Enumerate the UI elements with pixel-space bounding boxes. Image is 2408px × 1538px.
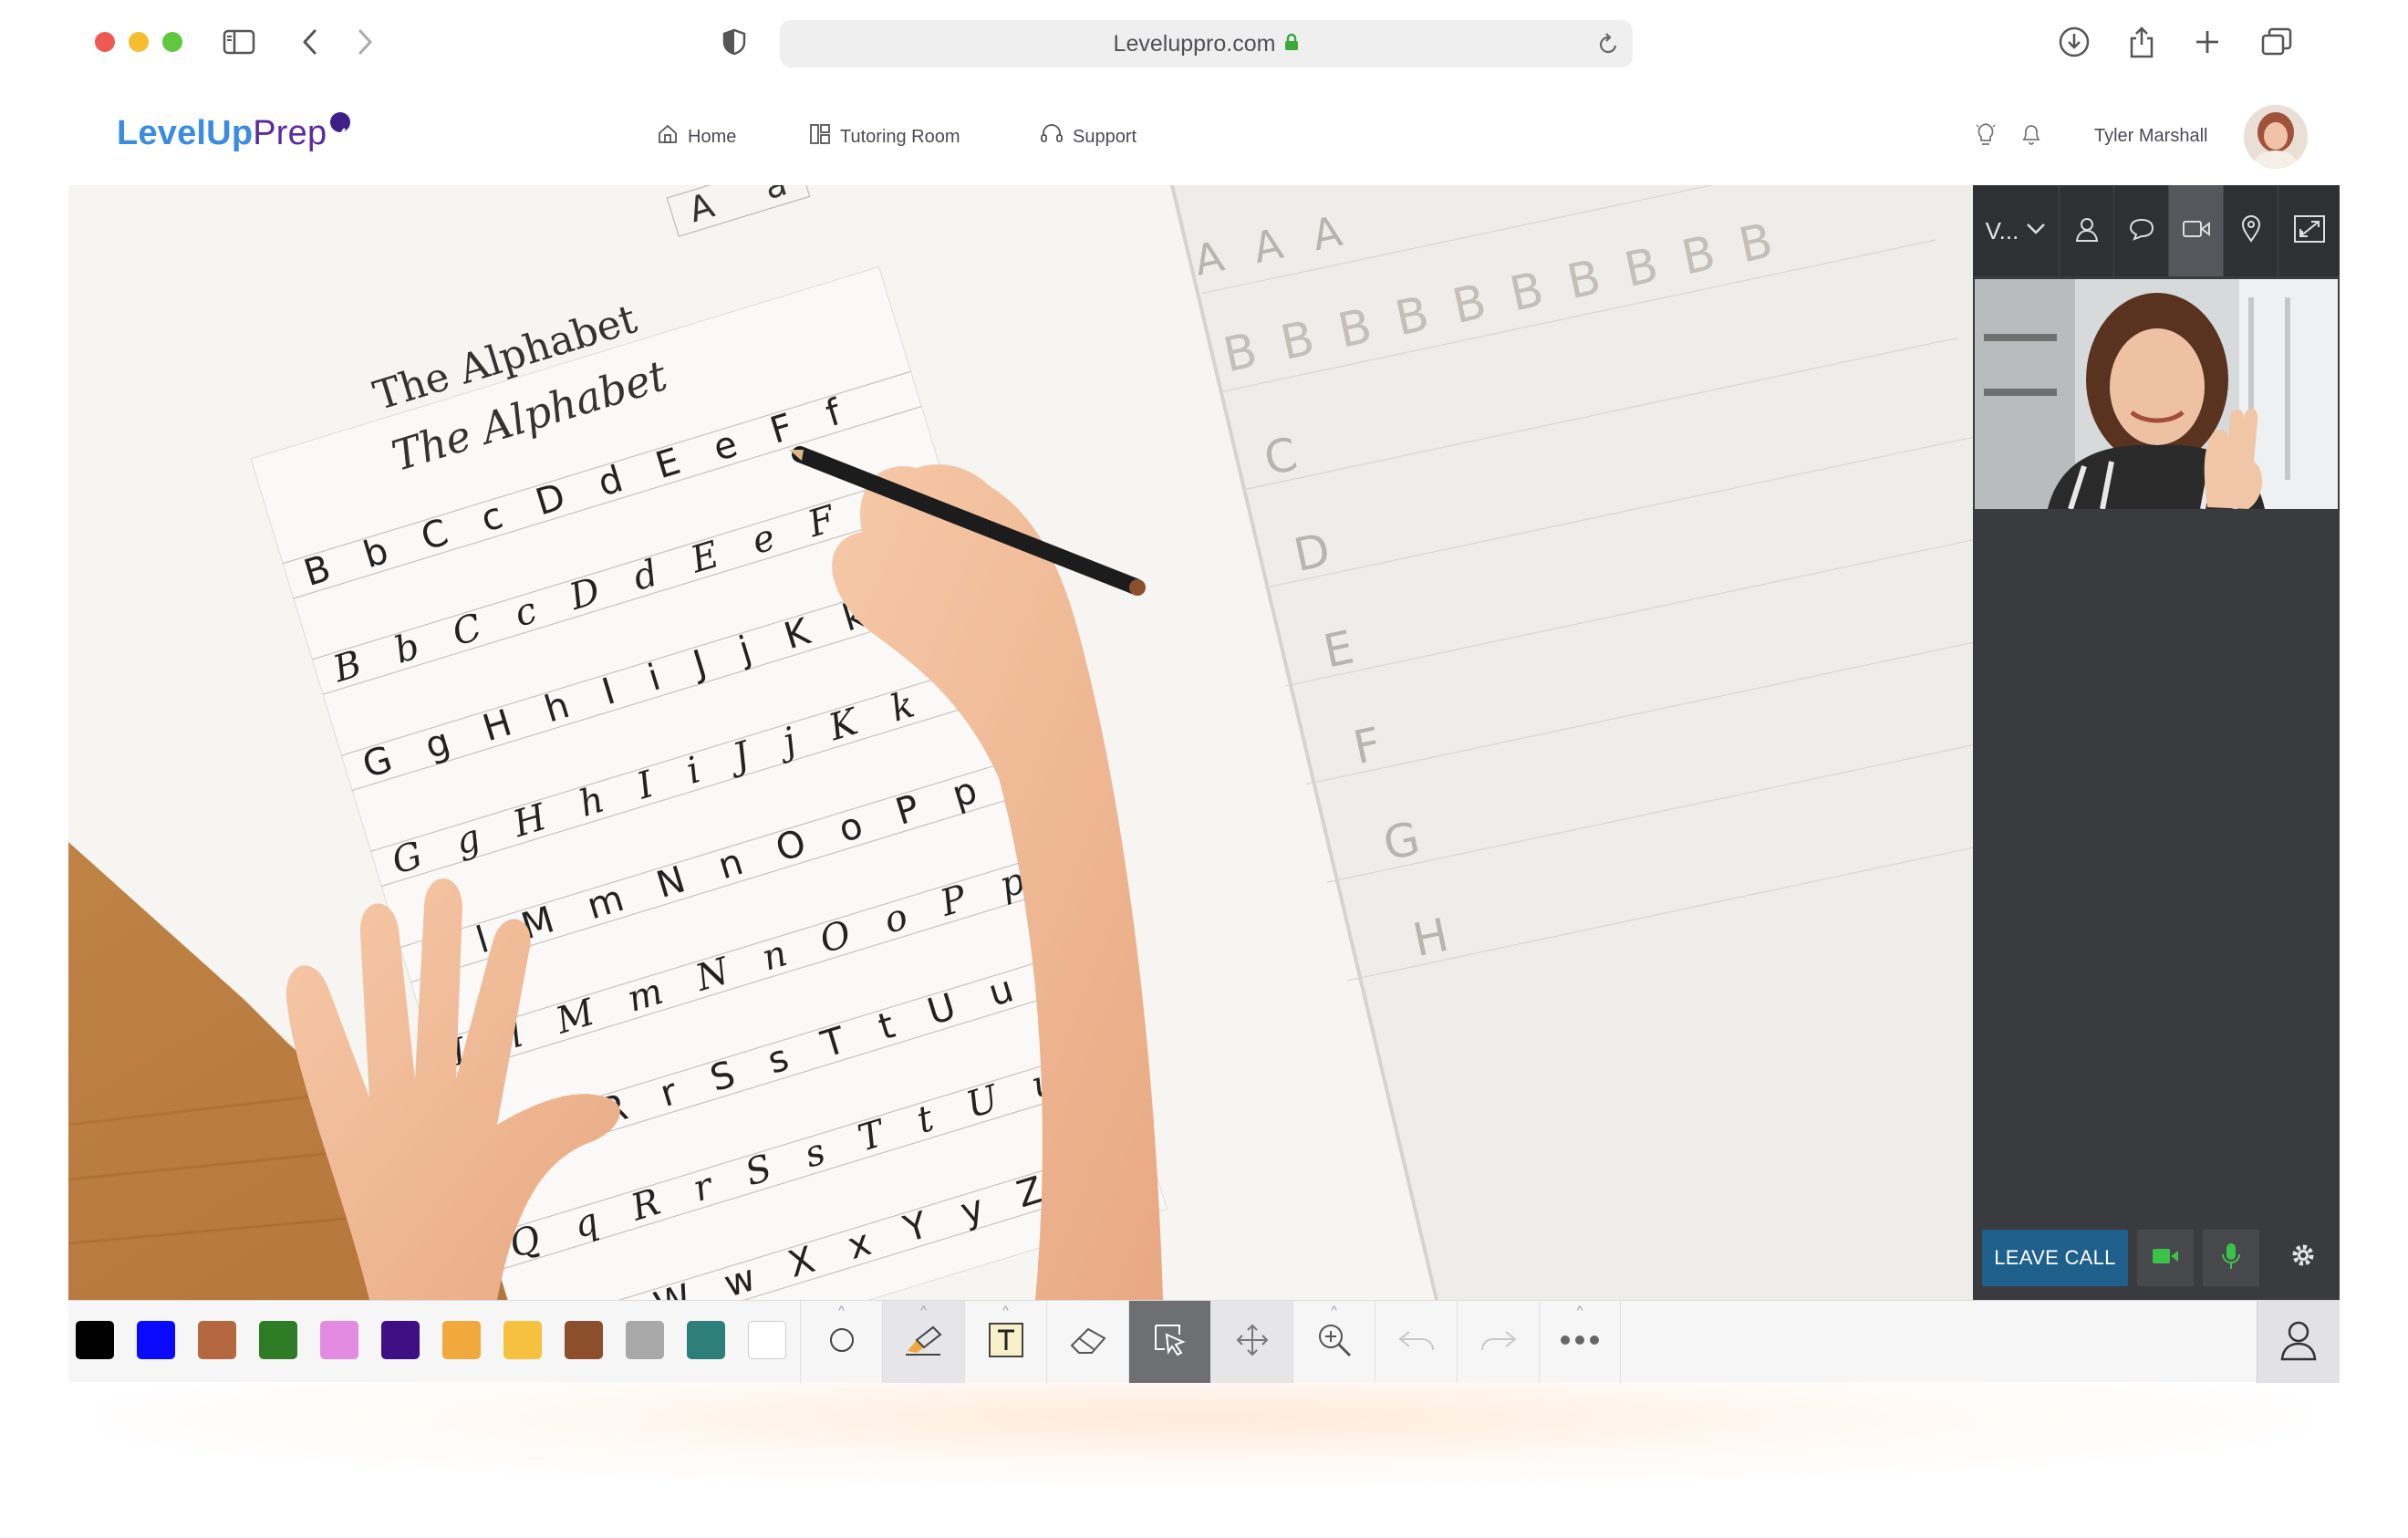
caret-up-icon: ^ [838, 1303, 845, 1317]
address-bar[interactable]: Leveluppro.com [780, 20, 1633, 68]
color-swatch-pink[interactable] [320, 1321, 358, 1359]
undo-icon [1396, 1326, 1437, 1358]
headset-icon [1040, 123, 1064, 151]
worksheet-image: The Alphabet The Alphabet B b C c D d E … [68, 185, 1973, 1300]
highlighter-icon [904, 1324, 944, 1361]
expand-icon [2293, 214, 2326, 248]
nav-home[interactable]: Home [657, 123, 736, 151]
video-call-panel: V... LEAVE CALL [1973, 185, 2340, 1300]
drawing-toolbar: ^ ^ ^ ^ ^ [68, 1300, 2340, 1383]
select-icon [1152, 1322, 1188, 1363]
lightbulb-icon[interactable] [1975, 120, 1997, 152]
location-icon [2241, 214, 2261, 247]
caret-up-icon: ^ [1002, 1303, 1009, 1317]
back-icon[interactable] [292, 24, 328, 60]
camera-icon [2151, 1246, 2180, 1271]
new-tab-icon[interactable] [2189, 24, 2226, 60]
forward-icon[interactable] [347, 24, 383, 60]
logo-prep-text: Prep [253, 114, 327, 152]
circle-icon [827, 1325, 856, 1359]
view-label: V... [1985, 216, 2019, 244]
user-profile-button[interactable] [2257, 1301, 2340, 1383]
url-text: Leveluppro.com [1113, 30, 1276, 57]
move-icon [1234, 1322, 1271, 1363]
microphone-icon [2221, 1242, 2241, 1275]
share-icon[interactable] [2123, 24, 2160, 60]
toggle-camera-button[interactable] [2137, 1230, 2194, 1286]
leave-call-button[interactable]: LEAVE CALL [1982, 1230, 2128, 1286]
color-swatch-white[interactable] [748, 1321, 786, 1359]
verified-badge-icon [330, 112, 351, 138]
redo-button[interactable] [1457, 1301, 1539, 1383]
participant-video[interactable] [1975, 279, 2338, 509]
shape-tool[interactable]: ^ [800, 1301, 882, 1383]
logo[interactable]: LevelUpPrep [117, 112, 351, 153]
tab-participants[interactable] [2060, 185, 2114, 276]
shared-whiteboard[interactable]: The Alphabet The Alphabet B b C c D d E … [68, 185, 1973, 1300]
caret-up-icon: ^ [1576, 1303, 1583, 1317]
reload-icon[interactable] [1596, 31, 1620, 63]
home-icon [657, 123, 679, 151]
more-tools-button[interactable]: ^ [1539, 1301, 1621, 1383]
maximize-window-button[interactable] [162, 32, 182, 52]
highlighter-tool[interactable]: ^ [882, 1301, 964, 1383]
move-tool[interactable] [1210, 1301, 1292, 1383]
color-swatch-blue[interactable] [137, 1321, 175, 1359]
nav-support[interactable]: Support [1040, 123, 1137, 151]
person-icon [2279, 1319, 2318, 1366]
close-window-button[interactable] [95, 32, 115, 52]
color-swatch-orange[interactable] [442, 1321, 481, 1359]
caret-up-icon: ^ [1331, 1303, 1337, 1317]
nav-home-label: Home [688, 126, 737, 147]
lock-icon [1284, 31, 1299, 57]
view-dropdown[interactable]: V... [1973, 185, 2060, 276]
more-icon [1559, 1334, 1601, 1350]
eraser-icon [1068, 1325, 1108, 1359]
color-swatch-yellow[interactable] [503, 1321, 542, 1359]
tab-chat[interactable] [2114, 185, 2169, 276]
gear-icon[interactable] [2289, 1242, 2317, 1273]
tab-location[interactable] [2224, 185, 2278, 276]
undo-button[interactable] [1375, 1301, 1457, 1383]
chevron-down-icon [2026, 223, 2046, 240]
caret-up-icon: ^ [920, 1303, 927, 1317]
text-tool[interactable]: ^ [964, 1301, 1046, 1383]
browser-toolbar: Leveluppro.com [0, 0, 2408, 87]
bell-icon[interactable] [2020, 120, 2042, 152]
tab-video[interactable] [2169, 185, 2224, 276]
color-swatch-purple[interactable] [381, 1321, 420, 1359]
person-icon [2075, 216, 2099, 246]
app-header: LevelUpPrep Home Tutoring Room Support T… [68, 87, 2340, 185]
color-swatch-green[interactable] [259, 1321, 297, 1359]
zoom-tool[interactable]: ^ [1292, 1301, 1375, 1383]
color-swatch-gray[interactable] [626, 1321, 664, 1359]
user-name[interactable]: Tyler Marshall [2094, 126, 2207, 147]
grid-icon [809, 123, 831, 151]
color-swatch-black[interactable] [76, 1321, 114, 1359]
text-icon [988, 1322, 1024, 1363]
panel-tabs: V... [1973, 185, 2340, 276]
nav-tutoring-room[interactable]: Tutoring Room [809, 123, 960, 151]
shield-icon[interactable] [716, 24, 752, 60]
zoom-icon [1315, 1321, 1354, 1364]
redo-icon [1479, 1326, 1519, 1358]
nav-support-label: Support [1073, 126, 1137, 147]
eraser-tool[interactable] [1046, 1301, 1128, 1383]
color-swatch-copper[interactable] [198, 1321, 236, 1359]
sidebar-icon[interactable] [221, 24, 257, 60]
video-icon [2182, 219, 2211, 244]
nav-tutoring-room-label: Tutoring Room [840, 126, 960, 147]
download-icon[interactable] [2056, 24, 2092, 60]
select-tool[interactable] [1128, 1301, 1210, 1383]
tabs-icon[interactable] [2258, 24, 2295, 60]
fullscreen-button[interactable] [2278, 185, 2340, 276]
color-swatch-teal[interactable] [687, 1321, 725, 1359]
avatar[interactable] [2244, 105, 2308, 169]
minimize-window-button[interactable] [129, 32, 149, 52]
chat-icon [2128, 217, 2155, 245]
toggle-mic-button[interactable] [2203, 1230, 2259, 1286]
logo-level-text: LevelUp [117, 114, 254, 152]
color-swatch-brown[interactable] [565, 1321, 603, 1359]
